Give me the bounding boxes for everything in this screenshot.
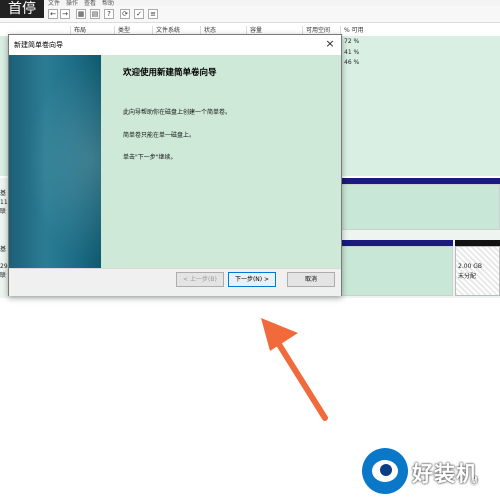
watermark-registered-mark: ® — [470, 478, 478, 487]
arrow-shaft — [272, 335, 328, 421]
watermark-text: 好装机 — [412, 462, 478, 486]
pointer-arrow-icon — [261, 318, 328, 421]
watermark-logo-pupil — [380, 464, 392, 476]
